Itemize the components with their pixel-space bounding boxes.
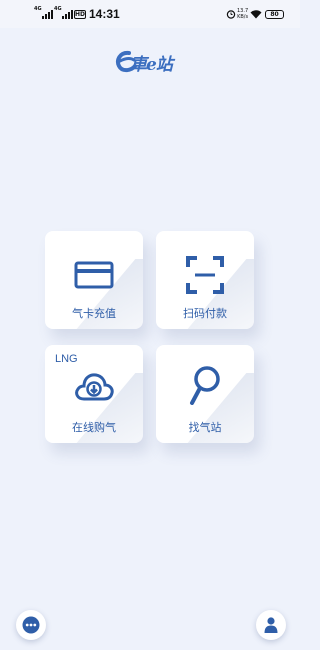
network-speed: 13.7 KB/s [237, 8, 249, 20]
scan-icon [186, 256, 224, 294]
cloud-download-icon [75, 373, 114, 401]
hd-badge: HD [74, 10, 86, 19]
clock: 14:31 [89, 7, 120, 21]
tile-label: 在线购气 [72, 421, 116, 434]
tile-label: 扫码付款 [183, 307, 227, 320]
card-icon [74, 261, 114, 289]
tile-label: 找气站 [188, 421, 222, 434]
tile-label: 气卡充值 [72, 307, 116, 320]
app-logo-text: 車e站 [130, 55, 173, 75]
lng-tag: LNG [55, 353, 78, 365]
network-type-label: 4G [54, 6, 62, 12]
user-icon [264, 617, 278, 633]
tile-find-station[interactable]: 找气站 [156, 345, 254, 443]
battery-icon: 80 [265, 10, 284, 19]
tile-online-purchase[interactable]: LNG 在线购气 [45, 345, 143, 443]
network-type-label: 4G [34, 6, 42, 12]
wifi-icon [250, 10, 262, 19]
alarm-icon [226, 10, 236, 19]
tile-scan-pay[interactable]: 扫码付款 [156, 231, 254, 329]
signal-icon: 4G [34, 6, 53, 19]
tile-card-recharge[interactable]: 气卡充值 [45, 231, 143, 329]
chat-bubble-icon [22, 616, 40, 634]
signal-icon: 4G [54, 6, 73, 19]
search-icon [190, 366, 220, 405]
status-bar: 4G 4G HD 14:31 13.7 KB/s 80 [0, 0, 300, 28]
profile-button[interactable] [256, 610, 286, 640]
chat-button[interactable] [16, 610, 46, 640]
